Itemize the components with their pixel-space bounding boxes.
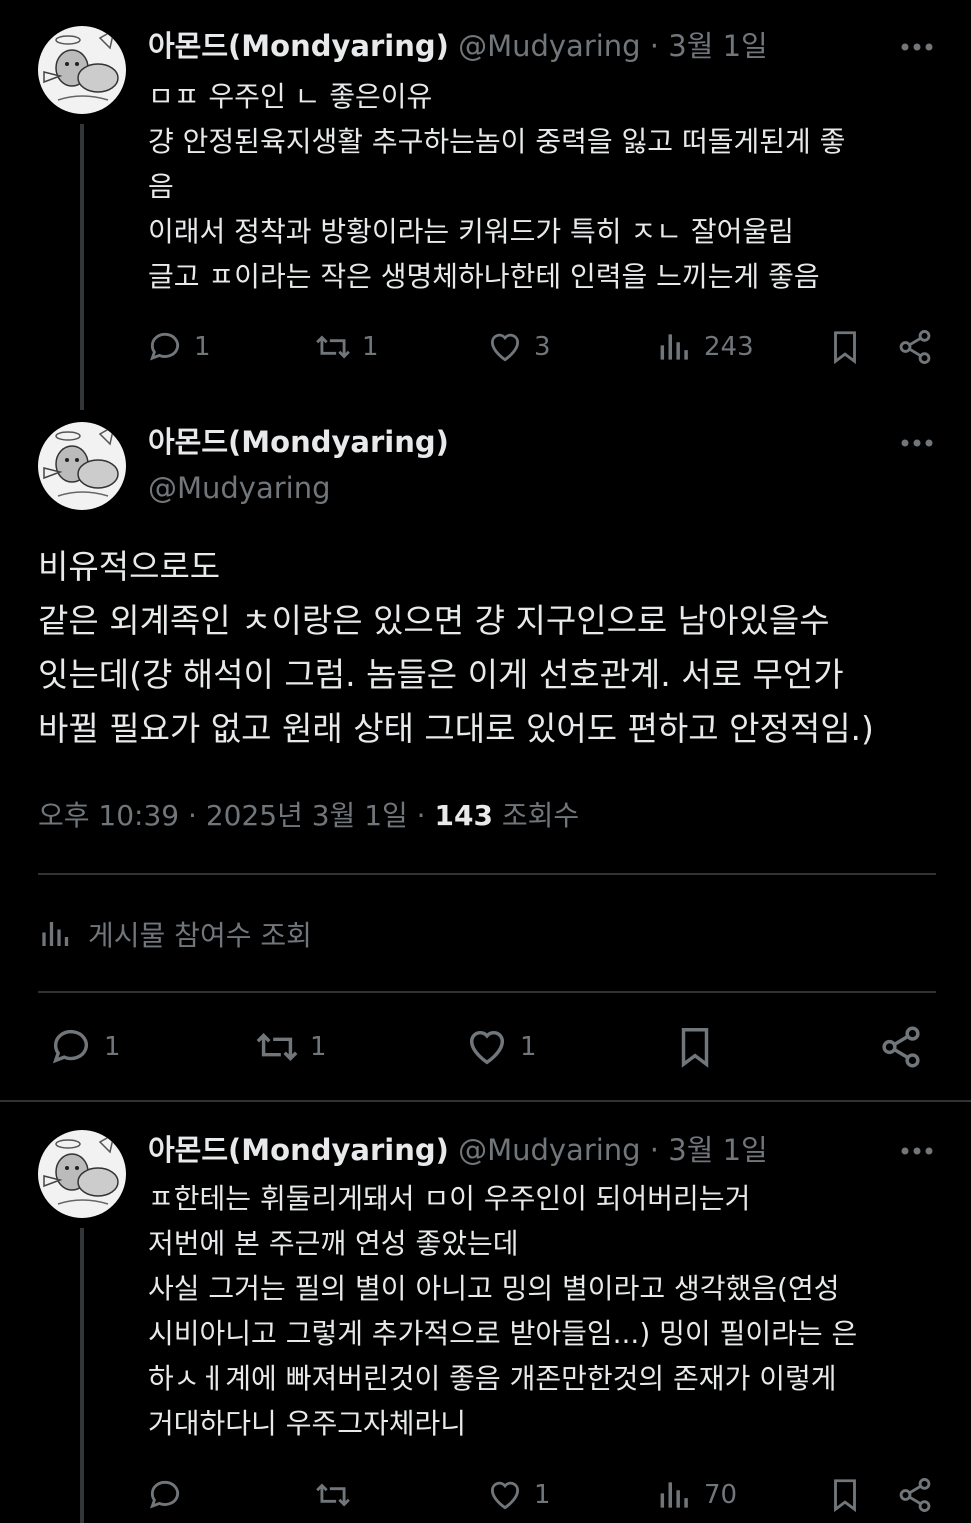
main-timestamp-row: 오후 10:39 · 2025년 3월 1일 · 143 조회수 — [38, 798, 579, 834]
reply-icon — [150, 332, 180, 361]
more-icon[interactable] — [900, 438, 934, 448]
views-count: 70 — [704, 1480, 738, 1510]
share-icon — [899, 330, 931, 364]
views-button[interactable]: 70 — [656, 1476, 737, 1514]
like-count: 1 — [534, 1480, 551, 1510]
reply-button[interactable] — [146, 1476, 194, 1514]
like-icon — [490, 333, 520, 362]
reply-icon — [150, 1480, 180, 1509]
tweet1-text: ㅁㅍ 우주인 ㄴ 좋은이유 걍 안정된육지생활 추구하는놈이 중력을 잃고 떠돌… — [148, 80, 846, 293]
retweet-button[interactable] — [314, 1476, 362, 1514]
more-icon[interactable] — [900, 42, 934, 52]
retweet-icon — [256, 1033, 298, 1061]
bookmark-button[interactable] — [826, 1476, 864, 1514]
retweet-icon — [316, 1483, 350, 1507]
avatar[interactable] — [38, 26, 126, 114]
views-icon — [660, 334, 688, 360]
like-button[interactable]: 3 — [486, 328, 551, 366]
like-icon — [469, 1030, 505, 1065]
share-icon — [899, 1478, 931, 1512]
engagement-label: 게시물 참여수 조회 — [88, 919, 312, 952]
main-author-name[interactable]: 아몬드(Mondyaring) — [148, 424, 449, 460]
views-icon — [42, 922, 69, 946]
views-icon — [660, 1482, 688, 1508]
views-label: 조회수 — [501, 799, 580, 832]
reply-count: 1 — [104, 1032, 121, 1062]
divider — [38, 873, 936, 875]
post-engagements-button[interactable]: 게시물 참여수 조회 — [38, 914, 312, 954]
thread-line — [80, 1228, 84, 1523]
views-count: 243 — [704, 332, 754, 362]
author-name[interactable]: 아몬드(Mondyaring) — [148, 29, 449, 63]
divider — [0, 1100, 971, 1102]
retweet-button[interactable]: 1 — [314, 328, 379, 366]
like-icon — [490, 1481, 520, 1510]
reply-count: 1 — [194, 332, 211, 362]
like-button[interactable]: 1 — [464, 1024, 537, 1070]
retweet-count: 1 — [310, 1032, 327, 1062]
thread-line — [80, 124, 84, 410]
retweet-icon — [316, 335, 350, 359]
retweet-button[interactable]: 1 — [254, 1024, 327, 1070]
avatar[interactable] — [38, 422, 126, 510]
avatar[interactable] — [38, 1130, 126, 1218]
share-button[interactable] — [878, 1024, 924, 1070]
share-button[interactable] — [896, 1476, 934, 1514]
bookmark-button[interactable] — [826, 328, 864, 366]
views-number: 143 — [434, 799, 493, 832]
like-button[interactable]: 1 — [486, 1476, 551, 1514]
reply-icon — [52, 1029, 89, 1064]
author-name[interactable]: 아몬드(Mondyaring) — [148, 1133, 449, 1167]
main-author-handle[interactable]: @Mudyaring — [148, 470, 331, 506]
author-meta[interactable]: @Mudyaring · 3월 1일 — [458, 29, 768, 63]
more-icon[interactable] — [900, 1146, 934, 1156]
author-name[interactable]: 아몬드(Mondyaring) — [148, 425, 449, 459]
share-icon — [882, 1026, 920, 1068]
bookmark-button[interactable] — [672, 1024, 718, 1070]
bookmark-icon — [834, 331, 856, 365]
tweet1-header: 아몬드(Mondyaring) @Mudyaring · 3월 1일 — [148, 28, 768, 64]
retweet-count: 1 — [362, 332, 379, 362]
like-count: 1 — [520, 1032, 537, 1062]
author-meta[interactable]: @Mudyaring · 3월 1일 — [458, 1133, 768, 1167]
main-tweet-text: 비유적으로도 같은 외계족인 ㅊ이랑은 있으면 걍 지구인으로 남아있을수 잇는… — [38, 547, 874, 748]
reply-button[interactable]: 1 — [146, 328, 211, 366]
bookmark-icon — [681, 1028, 709, 1068]
like-count: 3 — [534, 332, 551, 362]
timestamp[interactable]: 오후 10:39 · 2025년 3월 1일 · — [38, 799, 426, 832]
tweet3-header: 아몬드(Mondyaring) @Mudyaring · 3월 1일 — [148, 1132, 768, 1168]
share-button[interactable] — [896, 328, 934, 366]
divider — [38, 991, 936, 993]
views-button[interactable]: 243 — [656, 328, 754, 366]
bookmark-icon — [834, 1479, 856, 1513]
reply-button[interactable]: 1 — [48, 1024, 121, 1070]
tweet3-text: ㅍ한테는 휘둘리게돼서 ㅁ이 우주인이 되어버리는거 저번에 본 주근깨 연성 … — [148, 1182, 858, 1440]
